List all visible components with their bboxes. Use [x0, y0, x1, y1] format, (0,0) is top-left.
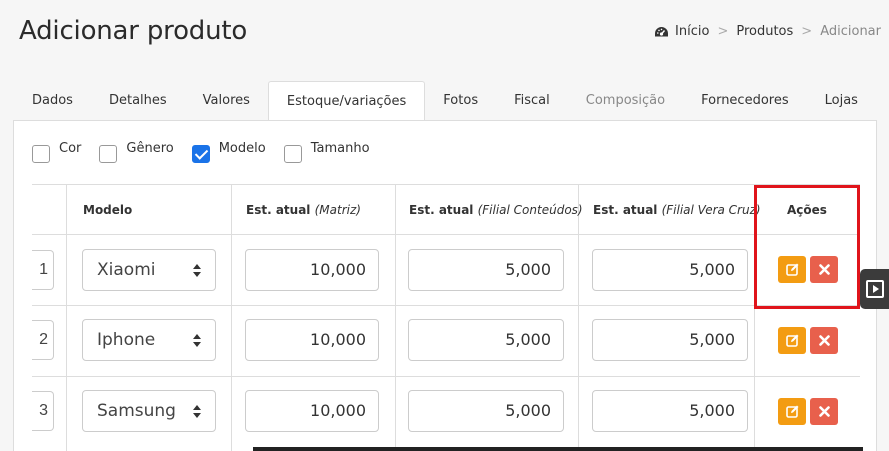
est-vera-cruz-input[interactable]: 5,000	[592, 319, 748, 361]
tab-valores[interactable]: Valores	[185, 81, 268, 121]
row-index: 3	[32, 391, 54, 431]
header-est-vera-cruz: Est. atual (Filial Vera Cruz)	[593, 185, 761, 235]
row-index: 2	[32, 320, 54, 360]
est-vera-cruz-input[interactable]: 5,000	[592, 390, 748, 432]
modelo-checkbox[interactable]	[191, 145, 210, 163]
variation-filters: Cor Gênero Modelo Tamanho	[32, 141, 388, 163]
tab-bar: Dados Detalhes Valores Estoque/variações…	[14, 81, 876, 121]
header-label: Est. atual	[593, 203, 658, 217]
sort-arrows-icon	[193, 264, 201, 277]
breadcrumb-separator: >	[801, 24, 813, 39]
tamanho-checkbox[interactable]	[283, 145, 302, 163]
side-panel-toggle[interactable]	[860, 269, 889, 309]
edit-button[interactable]	[778, 398, 806, 425]
modelo-select[interactable]: Samsung	[82, 390, 216, 432]
est-matriz-input[interactable]: 10,000	[245, 319, 379, 361]
delete-button[interactable]	[810, 327, 838, 354]
variations-table: Modelo Est. atual (Matriz) Est. atual (F…	[32, 184, 860, 451]
est-conteudos-input[interactable]: 5,000	[408, 390, 564, 432]
header-sub: (Filial Vera Cruz)	[661, 203, 761, 217]
column-divider	[231, 185, 232, 451]
tab-fotos[interactable]: Fotos	[425, 81, 496, 121]
header-est-matriz: Est. atual (Matriz)	[246, 185, 361, 235]
cor-checkbox[interactable]	[32, 145, 50, 163]
column-divider	[395, 185, 396, 451]
sort-arrows-icon	[193, 334, 201, 347]
filter-label: Tamanho	[310, 141, 370, 156]
page-header: Adicionar produto Início > Produtos > Ad…	[0, 0, 889, 64]
tab-fiscal[interactable]: Fiscal	[496, 81, 568, 121]
est-matriz-input[interactable]: 10,000	[245, 249, 379, 291]
breadcrumb-products-link[interactable]: Produtos	[736, 24, 793, 39]
header-label: Est. atual	[409, 203, 474, 217]
modelo-select[interactable]: Xiaomi	[82, 249, 216, 291]
sort-arrows-icon	[193, 405, 201, 418]
genero-checkbox[interactable]	[99, 145, 118, 163]
filter-label: Cor	[59, 141, 82, 156]
actions-highlight-box	[754, 185, 860, 309]
est-matriz-input[interactable]: 10,000	[245, 390, 379, 432]
filter-tamanho[interactable]: Tamanho	[283, 141, 370, 163]
tab-dados[interactable]: Dados	[14, 81, 91, 121]
modelo-select[interactable]: Iphone	[82, 319, 216, 361]
tab-lojas[interactable]: Lojas	[807, 81, 876, 121]
dashboard-icon	[655, 26, 669, 36]
modelo-select-value: Iphone	[97, 330, 156, 350]
breadcrumb-separator: >	[717, 24, 729, 39]
play-square-icon	[865, 280, 884, 298]
modelo-select-value: Samsung	[97, 401, 176, 421]
header-sub: (Matriz)	[314, 203, 361, 217]
horizontal-scrollbar[interactable]	[253, 447, 863, 451]
tab-fornecedores[interactable]: Fornecedores	[683, 81, 807, 121]
est-vera-cruz-input[interactable]: 5,000	[592, 249, 748, 291]
edit-button[interactable]	[778, 327, 806, 354]
close-icon	[818, 406, 830, 417]
filter-genero[interactable]: Gênero	[99, 141, 174, 163]
row-divider	[32, 376, 860, 377]
close-icon	[818, 335, 830, 346]
delete-button[interactable]	[810, 398, 838, 425]
header-modelo: Modelo	[83, 203, 133, 217]
row-divider	[32, 305, 860, 306]
tab-estoque-variacoes[interactable]: Estoque/variações	[267, 81, 426, 121]
breadcrumb-current: Adicionar	[820, 24, 881, 39]
filter-modelo[interactable]: Modelo	[191, 141, 266, 163]
header-label: Est. atual	[246, 203, 311, 217]
filter-label: Modelo	[218, 141, 266, 156]
header-est-conteudos: Est. atual (Filial Conteúdos)	[409, 185, 583, 235]
tab-panel: Cor Gênero Modelo Tamanho Modelo Est. at…	[13, 120, 877, 451]
filter-label: Gênero	[126, 141, 174, 156]
breadcrumb-home-link[interactable]: Início	[675, 24, 709, 39]
modelo-select-value: Xiaomi	[97, 260, 156, 280]
edit-icon	[785, 334, 798, 347]
header-sub: (Filial Conteúdos)	[477, 203, 583, 217]
tab-detalhes[interactable]: Detalhes	[91, 81, 185, 121]
est-conteudos-input[interactable]: 5,000	[408, 319, 564, 361]
edit-icon	[785, 405, 798, 418]
row-index: 1	[32, 250, 54, 290]
filter-cor[interactable]: Cor	[32, 141, 81, 163]
page-title: Adicionar produto	[19, 16, 248, 46]
est-conteudos-input[interactable]: 5,000	[408, 249, 564, 291]
breadcrumb: Início > Produtos > Adicionar	[654, 24, 881, 39]
column-divider	[66, 185, 67, 451]
tab-composicao[interactable]: Composição	[568, 81, 683, 121]
